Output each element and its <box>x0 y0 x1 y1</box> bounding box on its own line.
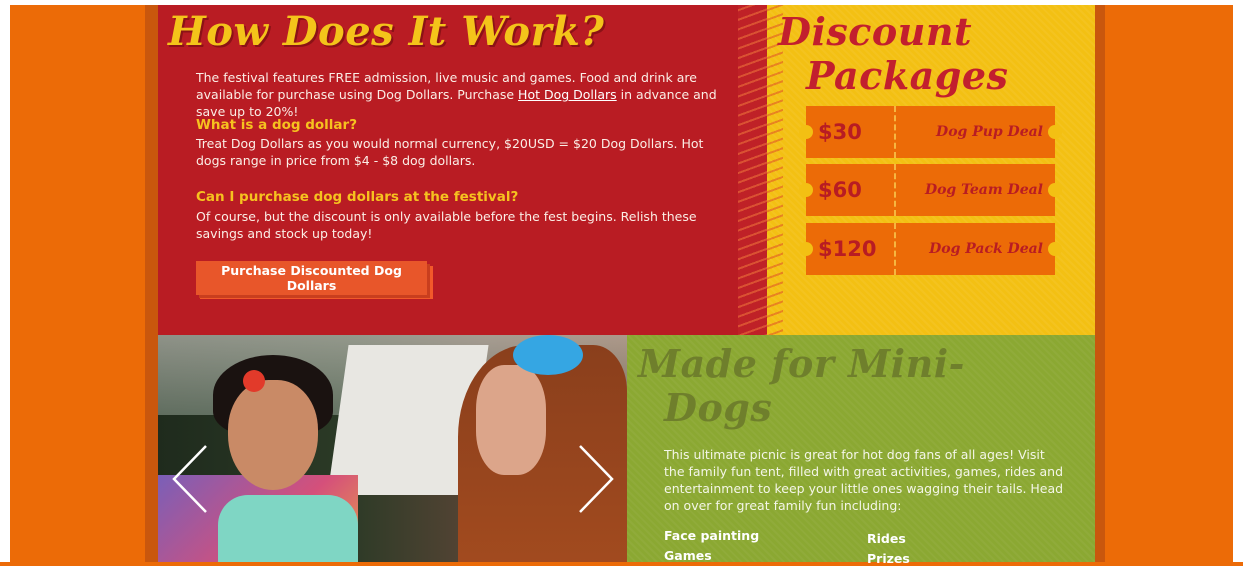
feature-item: Prizes <box>867 551 910 566</box>
mini-dogs-title-line2: Dogs <box>664 385 773 430</box>
ticket-deal-name: Dog Team Deal <box>924 182 1043 198</box>
frame-shadow-right <box>1095 5 1105 562</box>
page-edge-right <box>1233 0 1243 562</box>
ticket-dog-pack-deal[interactable]: $120 Dog Pack Deal <box>799 223 1062 275</box>
ticket-dog-pup-deal[interactable]: $30 Dog Pup Deal <box>799 106 1062 158</box>
chevron-left-icon <box>172 445 207 513</box>
faq-question: Can I purchase dog dollars at the festiv… <box>196 189 519 205</box>
chevron-right-icon <box>579 445 614 513</box>
ticket-price: $120 <box>818 237 877 261</box>
ticket-deal-name: Dog Pack Deal <box>929 241 1043 257</box>
hot-dog-dollars-link[interactable]: Hot Dog Dollars <box>518 87 617 102</box>
how-it-works-title: How Does It Work? <box>168 8 605 55</box>
photo-hair-flower <box>243 370 265 392</box>
purchase-dog-dollars-button[interactable]: Purchase Discounted Dog Dollars <box>196 261 427 295</box>
face-painting-photo <box>158 335 627 562</box>
photo-blue-cap <box>513 335 583 375</box>
mini-dogs-intro: This ultimate picnic is great for hot do… <box>664 447 1064 513</box>
feature-item: Games <box>664 548 712 563</box>
carousel-next-button[interactable] <box>578 444 614 514</box>
feature-item: Face painting <box>664 528 760 543</box>
page-edge-left <box>0 0 10 562</box>
ticket-price: $60 <box>818 178 862 202</box>
discount-packages-title: Discount Packages <box>778 10 1038 98</box>
faq-answer: Treat Dog Dollars as you would normal cu… <box>196 136 704 168</box>
photo-girl-face <box>228 380 318 490</box>
faq-answer: Of course, but the discount is only avai… <box>196 209 697 241</box>
feature-item: Rides <box>867 531 906 546</box>
mini-dogs-title: Made for Mini- Dogs <box>638 342 965 430</box>
discount-title-line2: Packages <box>806 53 1009 98</box>
photo-woman-face <box>476 365 546 475</box>
frame-shadow-left <box>145 5 158 562</box>
ticket-deal-name: Dog Pup Deal <box>936 124 1043 140</box>
discount-title-line1: Discount <box>778 9 973 54</box>
ticket-price: $30 <box>818 120 862 144</box>
how-it-works-intro: The festival features FREE admission, li… <box>196 69 736 120</box>
faq-question: What is a dog dollar? <box>196 117 358 133</box>
carousel-prev-button[interactable] <box>172 444 208 514</box>
ticket-dog-team-deal[interactable]: $60 Dog Team Deal <box>799 164 1062 216</box>
photo-girl-shirt <box>218 495 358 562</box>
mini-dogs-title-line1: Made for Mini- <box>638 341 965 386</box>
